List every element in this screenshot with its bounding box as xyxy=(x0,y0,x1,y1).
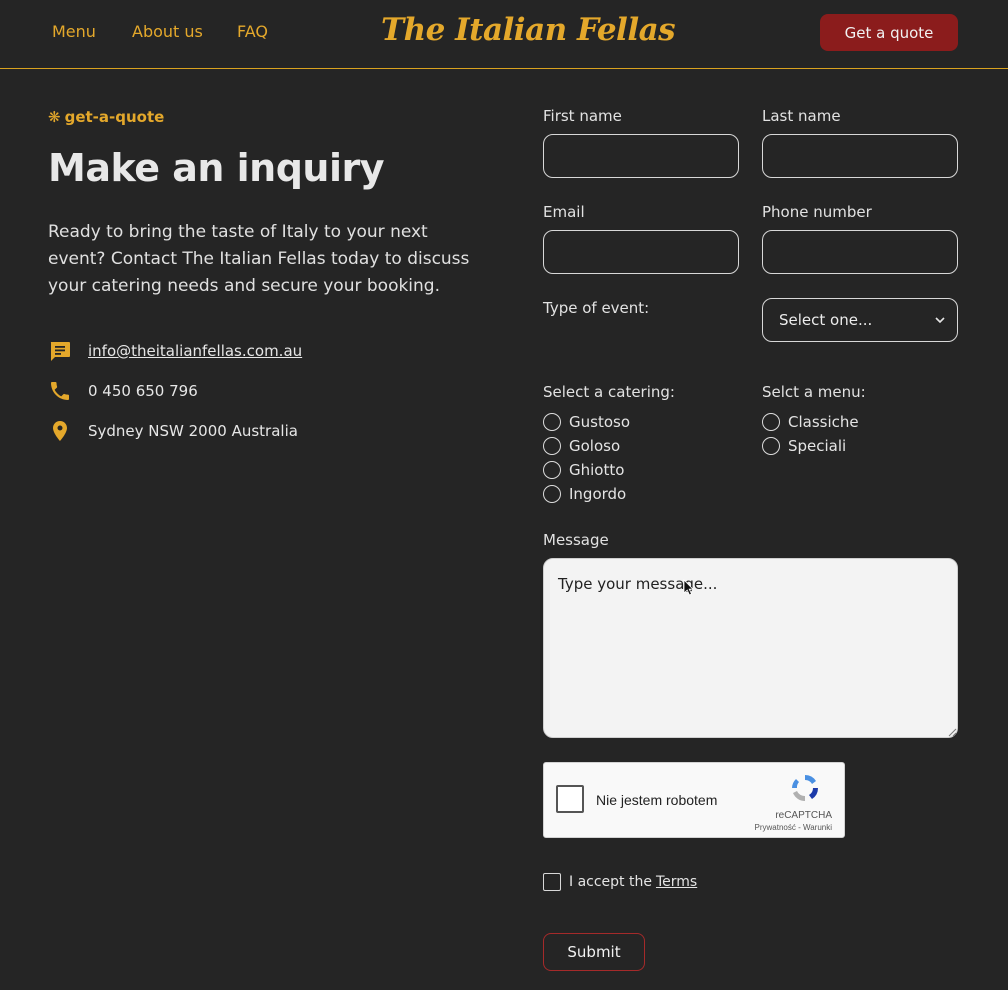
first-name-label: First name xyxy=(543,107,622,125)
radio-label: Speciali xyxy=(788,437,847,455)
last-name-label: Last name xyxy=(762,107,841,125)
recaptcha-label: Nie jestem robotem xyxy=(596,792,718,808)
recaptcha-checkbox[interactable] xyxy=(556,785,584,813)
last-name-input[interactable] xyxy=(762,134,958,178)
catering-option-ghiotto[interactable]: Ghiotto xyxy=(543,460,624,480)
page-title: Make an inquiry xyxy=(48,146,385,190)
site-logo[interactable]: The Italian Fellas xyxy=(381,12,676,48)
get-a-quote-button[interactable]: Get a quote xyxy=(820,14,958,51)
radio-button[interactable] xyxy=(762,413,780,431)
phone-label: Phone number xyxy=(762,203,872,221)
radio-button[interactable] xyxy=(543,437,561,455)
submit-button[interactable]: Submit xyxy=(543,933,645,971)
phone-input[interactable] xyxy=(762,230,958,274)
resize-handle-icon[interactable] xyxy=(948,728,957,737)
contact-address-text: Sydney NSW 2000 Australia xyxy=(88,422,298,440)
terms-row: I accept the Terms xyxy=(543,873,697,891)
contact-address-row: Sydney NSW 2000 Australia xyxy=(48,419,298,443)
location-pin-icon xyxy=(53,421,67,441)
menu-option-classiche[interactable]: Classiche xyxy=(762,412,859,432)
chevron-down-icon xyxy=(935,317,945,324)
event-type-selected-value: Select one... xyxy=(779,311,873,329)
terms-checkbox[interactable] xyxy=(543,873,561,891)
message-textarea[interactable] xyxy=(543,558,958,738)
radio-button[interactable] xyxy=(543,485,561,503)
email-input[interactable] xyxy=(543,230,739,274)
radio-label: Gustoso xyxy=(569,413,630,431)
nav-link-about-us[interactable]: About us xyxy=(132,22,203,41)
catering-option-goloso[interactable]: Goloso xyxy=(543,436,620,456)
catering-option-gustoso[interactable]: Gustoso xyxy=(543,412,630,432)
contact-phone-text: 0 450 650 796 xyxy=(88,382,198,400)
terms-link[interactable]: Terms xyxy=(656,874,697,890)
menu-label: Selct a menu: xyxy=(762,383,866,401)
section-eyebrow: ❋ get-a-quote xyxy=(48,108,164,126)
recaptcha-brand: reCAPTCHA xyxy=(775,810,832,821)
contact-phone-row: 0 450 650 796 xyxy=(48,379,198,403)
chat-icon xyxy=(50,342,70,361)
nav-link-faq[interactable]: FAQ xyxy=(237,22,268,41)
eyebrow-text: get-a-quote xyxy=(64,108,165,126)
nav-link-menu[interactable]: Menu xyxy=(52,22,96,41)
recaptcha-privacy-terms-links[interactable]: Prywatność - Warunki xyxy=(755,823,833,832)
contact-email-row: info@theitalianfellas.com.au xyxy=(48,339,302,363)
phone-icon xyxy=(51,382,69,400)
intro-paragraph: Ready to bring the taste of Italy to you… xyxy=(48,222,470,296)
contact-email-link[interactable]: info@theitalianfellas.com.au xyxy=(88,342,302,360)
email-label: Email xyxy=(543,203,585,221)
radio-button[interactable] xyxy=(543,413,561,431)
radio-label: Ghiotto xyxy=(569,461,625,479)
terms-text: I accept the xyxy=(569,874,652,890)
site-header: Menu About us FAQ The Italian Fellas Get… xyxy=(0,0,1008,69)
radio-label: Ingordo xyxy=(569,485,627,503)
catering-option-ingordo[interactable]: Ingordo xyxy=(543,484,626,504)
recaptcha-logo-icon xyxy=(792,774,819,801)
first-name-input[interactable] xyxy=(543,134,739,178)
mouse-cursor-icon xyxy=(683,579,694,596)
event-type-select[interactable]: Select one... xyxy=(762,298,958,342)
radio-label: Classiche xyxy=(788,413,859,431)
radio-label: Goloso xyxy=(569,437,621,455)
recaptcha-widget: Nie jestem robotem reCAPTCHA Prywatność … xyxy=(543,762,845,838)
event-type-label: Type of event: xyxy=(543,299,650,317)
message-label: Message xyxy=(543,531,609,549)
menu-option-speciali[interactable]: Speciali xyxy=(762,436,846,456)
radio-button[interactable] xyxy=(543,461,561,479)
asterisk-icon: ❋ xyxy=(48,108,61,126)
radio-button[interactable] xyxy=(762,437,780,455)
catering-label: Select a catering: xyxy=(543,383,675,401)
